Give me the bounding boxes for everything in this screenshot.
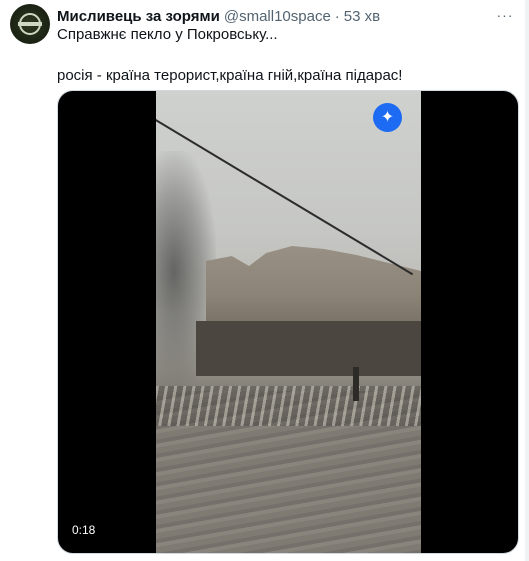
more-options-button[interactable]: ··· bbox=[495, 5, 515, 25]
video-duration: 0:18 bbox=[72, 523, 96, 537]
tweet-time[interactable]: 53 хв bbox=[344, 8, 380, 25]
tweet-text-line-2: росія - країна терорист,країна гній,краї… bbox=[57, 67, 403, 84]
author-name[interactable]: Мисливець за зорями bbox=[57, 8, 220, 25]
tweet-text-line-1: Справжнє пекло у Покровську... bbox=[57, 26, 278, 43]
video-player[interactable]: ✦ 0:18 bbox=[57, 90, 519, 554]
avatar[interactable] bbox=[10, 4, 50, 44]
building-ground-floor bbox=[196, 321, 421, 376]
author-handle[interactable]: @small10space bbox=[224, 8, 331, 25]
separator-dot: · bbox=[334, 7, 340, 25]
timeline-border bbox=[525, 0, 529, 561]
person-figure bbox=[353, 367, 359, 401]
grok-sparkle-icon[interactable]: ✦ bbox=[373, 103, 402, 132]
debris bbox=[156, 386, 421, 426]
video-frame[interactable]: ✦ bbox=[156, 91, 421, 553]
tweet-header: Мисливець за зорями @small10space · 53 х… bbox=[57, 6, 380, 26]
